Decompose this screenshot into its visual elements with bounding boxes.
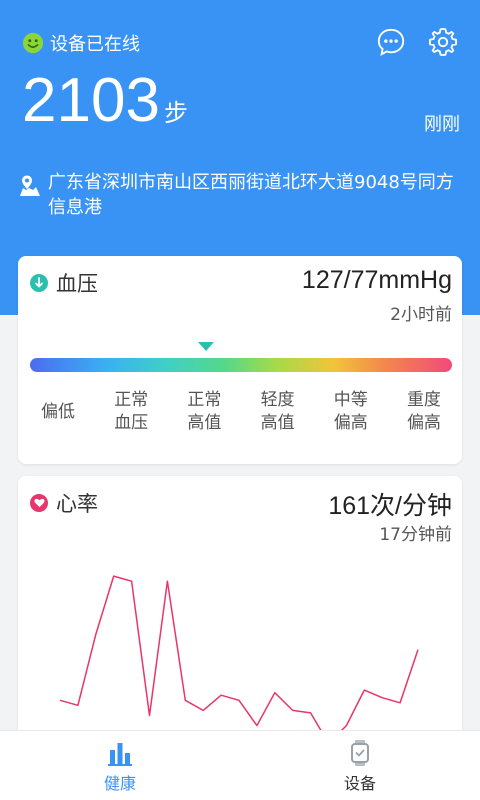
- level-label: 轻度 高值: [260, 390, 295, 433]
- heart-rate-series-line: [59, 575, 419, 745]
- heart-rate-time: 17分钟前: [379, 525, 452, 545]
- tab-health[interactable]: 健康: [0, 731, 240, 800]
- location-row: 广东省深圳市南山区西丽街道北环大道9048号同方信息港: [18, 170, 468, 220]
- level-label: 偏低: [41, 401, 75, 422]
- steps-number: 2103: [22, 66, 160, 135]
- level-label: 中等 偏高: [333, 390, 368, 433]
- tab-device-label: 设备: [343, 773, 376, 793]
- address-text: 广东省深圳市南山区西丽街道北环大道9048号同方信息港: [48, 172, 454, 218]
- smile-icon: [22, 32, 44, 54]
- settings-gear-icon[interactable]: [428, 27, 458, 57]
- watch-icon: [351, 739, 369, 766]
- heart-rate-title: 心率: [56, 492, 98, 516]
- location-map-icon: [20, 175, 40, 196]
- blood-pressure-time: 2小时前: [390, 305, 452, 325]
- level-label: 重度 偏高: [406, 390, 441, 433]
- blood-pressure-marker: [198, 342, 214, 351]
- device-status: 设备已在线: [22, 30, 140, 56]
- blood-pressure-title: 血压: [56, 272, 98, 296]
- status-text: 设备已在线: [50, 34, 140, 55]
- heart-icon: [30, 494, 48, 512]
- bottom-tab-bar: 健康 设备: [0, 730, 480, 800]
- level-label: 正常 高值: [187, 390, 222, 433]
- blood-pressure-scale: [30, 358, 452, 372]
- heart-rate-value: 161次/分钟: [328, 492, 452, 520]
- bar-chart-icon: [108, 742, 132, 766]
- step-count: 2103 步: [22, 68, 188, 134]
- blood-pressure-icon: [30, 274, 48, 292]
- level-label: 正常 血压: [114, 390, 149, 433]
- blood-pressure-card[interactable]: 血压 127/77mmHg 2小时前 偏低 正常 血压 正常 高值 轻度 高值 …: [18, 256, 462, 464]
- blood-pressure-levels: 偏低 正常 血压 正常 高值 轻度 高值 中等 偏高 重度 偏高: [28, 388, 454, 436]
- blood-pressure-value: 127/77mmHg: [301, 266, 452, 294]
- message-icon[interactable]: [376, 27, 406, 57]
- tab-health-label: 健康: [103, 773, 136, 793]
- steps-unit: 步: [163, 99, 188, 127]
- tab-device[interactable]: 设备: [240, 731, 480, 800]
- steps-updated-time: 刚刚: [424, 114, 460, 135]
